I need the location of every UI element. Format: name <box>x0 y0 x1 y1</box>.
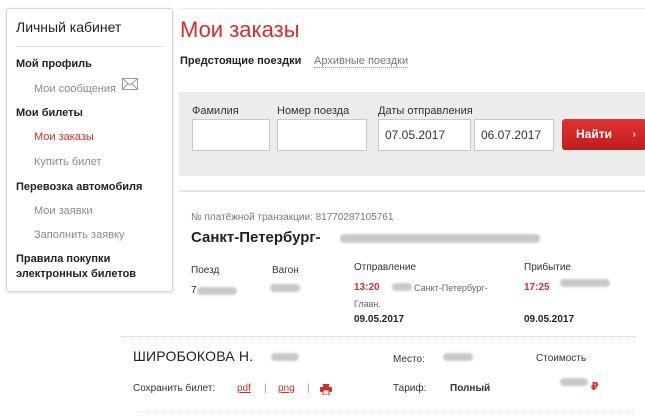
redacted-train <box>197 287 237 295</box>
date-from-input[interactable]: 07.05.2017 <box>378 119 471 151</box>
redacted-dep-extra <box>392 283 412 291</box>
departure-date: 09.05.2017 <box>354 314 405 325</box>
find-button[interactable]: Найти › <box>562 119 645 150</box>
train-number-input[interactable] <box>277 119 367 151</box>
cost-label: Стоимость <box>536 353 587 364</box>
arrival-time: 17:25 <box>524 282 550 293</box>
tariff-label: Тариф: <box>393 383 427 394</box>
date-to-input[interactable]: 06.07.2017 <box>474 119 554 151</box>
passenger-name: ШИРОБОКОВА Н. <box>133 348 254 364</box>
seat-label: Место: <box>393 354 425 365</box>
save-ticket-label: Сохранить билет: <box>133 383 216 394</box>
currency-sign: ₽ <box>591 381 599 393</box>
redacted-arrival <box>560 279 610 287</box>
train-value: 7 <box>191 285 197 296</box>
car-label: Вагон <box>272 265 299 276</box>
sidebar-item-profile[interactable]: Мой профиль <box>16 58 92 70</box>
arrival-date: 09.05.2017 <box>524 314 575 325</box>
surname-label: Фамилия <box>192 105 239 117</box>
chevron-right-icon: › <box>632 129 636 140</box>
redacted-route <box>340 234 540 243</box>
tariff-value: Полный <box>450 383 491 394</box>
order-divider <box>121 336 635 337</box>
sidebar-item-my-requests[interactable]: Мои заявки <box>34 205 93 217</box>
surname-input[interactable] <box>192 119 270 151</box>
envelope-icon[interactable] <box>122 78 139 90</box>
arrival-label: Прибытие <box>524 262 571 273</box>
departure-label: Отправление <box>354 262 417 273</box>
transaction-number: № платёжной транзакции: 81770287105761 <box>191 212 394 223</box>
find-button-label: Найти <box>576 127 612 141</box>
departure-dates-label: Даты отправления <box>378 105 473 117</box>
sidebar-title: Личный кабинет <box>16 19 122 35</box>
sidebar-item-rules-line1[interactable]: Правила покупки <box>16 253 110 265</box>
departure-station-line2: Главн. <box>354 299 381 309</box>
section-divider <box>179 190 645 192</box>
sidebar-item-car-transport[interactable]: Перевозка автомобиля <box>16 181 142 193</box>
printer-icon[interactable] <box>320 382 332 396</box>
png-link[interactable]: png <box>278 383 295 394</box>
redacted-seat <box>443 353 473 361</box>
top-divider <box>180 8 645 9</box>
departure-station-line1: Санкт-Петербург- <box>414 283 488 293</box>
sidebar: Личный кабинет Мой профиль Мои сообщения… <box>6 8 173 292</box>
redacted-cost <box>560 378 588 386</box>
tab-upcoming[interactable]: Предстоящие поездки <box>180 55 301 67</box>
pdf-link[interactable]: pdf <box>237 383 251 394</box>
tab-archive[interactable]: Архивные поездки <box>314 55 409 68</box>
train-number-label: Номер поезда <box>277 105 350 117</box>
train-label: Поезд <box>191 265 220 276</box>
sidebar-item-fill-request[interactable]: Заполнить заявку <box>34 229 124 241</box>
sidebar-item-buy-ticket[interactable]: Купить билет <box>34 156 102 168</box>
redacted-car <box>270 284 300 292</box>
filter-panel: Фамилия Номер поезда Даты отправления 07… <box>179 92 645 176</box>
page-title: Мои заказы <box>180 17 300 42</box>
bottom-divider <box>139 411 635 412</box>
sidebar-item-messages[interactable]: Мои сообщения <box>34 83 116 95</box>
departure-time: 13:20 <box>354 282 380 293</box>
route-title: Санкт-Петербург- <box>191 229 321 246</box>
sidebar-item-orders[interactable]: Мои заказы <box>34 131 94 143</box>
link-separator: | <box>264 383 267 394</box>
redacted-name <box>271 353 299 361</box>
sidebar-item-tickets[interactable]: Мои билеты <box>16 107 83 119</box>
link-separator-2: | <box>307 383 310 394</box>
sidebar-item-rules-line2[interactable]: электронных билетов <box>16 268 136 280</box>
sidebar-divider <box>16 46 163 47</box>
